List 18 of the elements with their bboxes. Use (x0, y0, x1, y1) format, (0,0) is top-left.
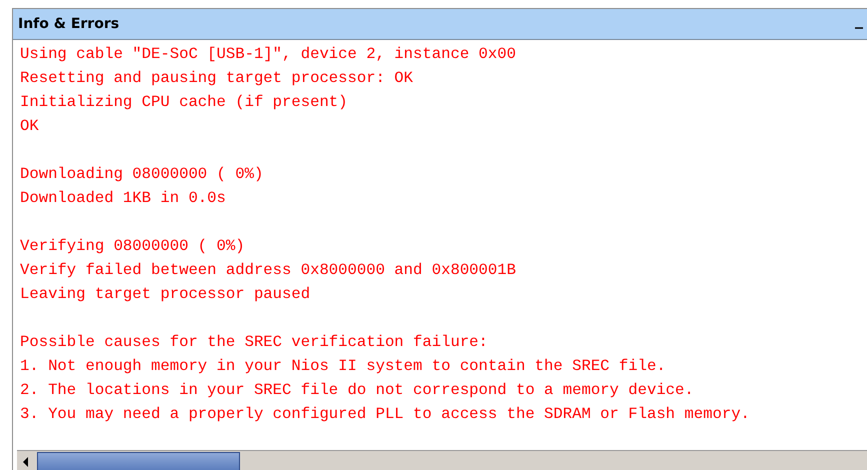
log-line: Resetting and pausing target processor: OK (20, 68, 414, 89)
horizontal-scrollbar[interactable] (17, 450, 867, 470)
log-line: 2. The locations in your SREC file do not correspond to a memory device. (20, 380, 695, 401)
log-line: OK (20, 116, 40, 137)
panel-title: Info & Errors (18, 16, 120, 32)
log-line: Initializing CPU cache (if present) (20, 92, 349, 113)
log-line: Leaving target processor paused (20, 284, 312, 305)
log-line: Possible causes for the SREC verification failure: (20, 332, 489, 353)
minimize-button[interactable]: _ (855, 12, 863, 36)
log-line: Using cable "DE-SoC [USB-1]", device 2, instance 0x00 (20, 44, 517, 65)
log-line: Verify failed between address 0x8000000 and 0x800001B (20, 260, 517, 281)
log-line: Downloading 08000000 ( 0%) (20, 164, 264, 185)
scroll-left-icon[interactable] (21, 456, 31, 468)
scrollbar-thumb[interactable] (37, 452, 240, 470)
log-line: 3. You may need a properly configured PLL to access the SDRAM or Flash memory. (20, 404, 751, 425)
log-line: 1. Not enough memory in your Nios II system to contain the SREC file. (20, 356, 667, 377)
log-line: Downloaded 1KB in 0.0s (20, 188, 227, 209)
log-line: Verifying 08000000 ( 0%) (20, 236, 246, 257)
